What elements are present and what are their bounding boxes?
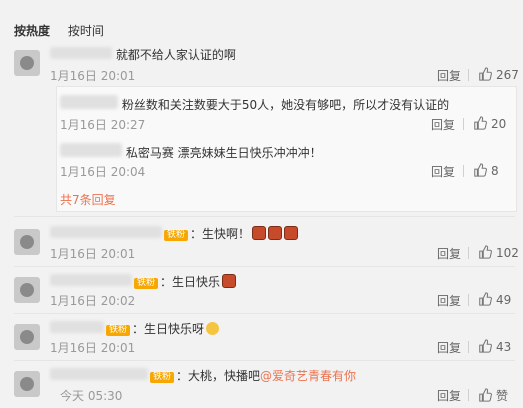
reply-time: 1月16日 20:27 bbox=[60, 118, 146, 132]
separator bbox=[468, 69, 469, 81]
thumbs-up-icon bbox=[479, 245, 492, 259]
reply-time: 1月16日 20:04 bbox=[60, 165, 146, 179]
comment-time: 1月16日 20:01 bbox=[50, 69, 136, 83]
tab-sort-by-hot[interactable]: 按热度 bbox=[14, 24, 50, 38]
like-button[interactable]: 267 bbox=[478, 67, 519, 82]
separator bbox=[468, 389, 469, 401]
comment-text: 铁粉 ：生快啊！ bbox=[50, 225, 299, 242]
separator bbox=[468, 294, 469, 306]
separator bbox=[468, 247, 469, 259]
fan-badge: 铁粉 bbox=[150, 372, 175, 383]
comment-text: 铁粉 ：生日快乐呀 bbox=[50, 320, 220, 337]
like-button[interactable]: 102 bbox=[478, 245, 519, 260]
blurred-username[interactable] bbox=[50, 274, 132, 286]
reply-button[interactable]: 回复 bbox=[431, 116, 455, 133]
avatar[interactable] bbox=[14, 50, 40, 76]
blurred-username[interactable] bbox=[60, 95, 118, 109]
like-button[interactable]: 43 bbox=[478, 339, 511, 354]
like-count: 102 bbox=[496, 246, 519, 260]
fan-badge: 铁粉 bbox=[164, 230, 189, 241]
avatar[interactable] bbox=[14, 277, 40, 303]
comment-time: 1月16日 20:01 bbox=[50, 247, 136, 261]
divider bbox=[14, 216, 515, 217]
comment-time: 1月16日 20:02 bbox=[50, 294, 136, 308]
reply-button[interactable]: 回复 bbox=[437, 292, 461, 309]
laughing-emoji-icon bbox=[206, 322, 220, 335]
comment-text: 就都不给人家认证的啊 bbox=[50, 46, 236, 63]
like-button[interactable]: 8 bbox=[473, 163, 499, 178]
blurred-username[interactable] bbox=[60, 143, 122, 157]
separator bbox=[468, 341, 469, 353]
comment-text: 铁粉 ：大桃，快播吧@爱奇艺青春有你 bbox=[50, 367, 356, 384]
thumbs-up-icon bbox=[479, 339, 492, 353]
like-count: 8 bbox=[491, 164, 499, 178]
cake-icon bbox=[284, 226, 299, 240]
blurred-username[interactable] bbox=[50, 226, 162, 238]
avatar[interactable] bbox=[14, 229, 40, 255]
divider bbox=[14, 266, 515, 267]
avatar[interactable] bbox=[14, 324, 40, 350]
thumbs-up-icon bbox=[479, 292, 492, 306]
like-count: 43 bbox=[496, 340, 512, 354]
thumbs-up-icon bbox=[474, 116, 487, 130]
reply-button[interactable]: 回复 bbox=[437, 245, 461, 262]
fan-badge: 铁粉 bbox=[106, 325, 131, 336]
thumbs-up-icon bbox=[479, 67, 492, 81]
divider bbox=[14, 360, 515, 361]
like-count: 49 bbox=[496, 293, 512, 307]
like-button[interactable]: 20 bbox=[473, 116, 506, 131]
cake-icon bbox=[252, 226, 267, 240]
separator bbox=[463, 165, 464, 177]
reply-button[interactable]: 回复 bbox=[431, 163, 455, 180]
more-replies-link[interactable]: 共7条回复 bbox=[60, 191, 116, 208]
like-count: 赞 bbox=[496, 389, 509, 403]
blurred-username[interactable] bbox=[50, 321, 104, 333]
like-count: 20 bbox=[491, 117, 507, 131]
thumbs-up-icon bbox=[479, 388, 492, 402]
mention-link[interactable]: @爱奇艺青春有你 bbox=[260, 369, 356, 383]
blurred-username[interactable] bbox=[50, 368, 148, 380]
like-button[interactable]: 赞 bbox=[478, 387, 508, 404]
thumbs-up-icon bbox=[474, 163, 487, 177]
like-count: 267 bbox=[496, 68, 519, 82]
fan-badge: 铁粉 bbox=[134, 278, 159, 289]
reply-button[interactable]: 回复 bbox=[437, 387, 461, 404]
reply-text: 粉丝数和关注数要大于50人，她没有够吧，所以才没有认证的 bbox=[60, 95, 449, 113]
divider bbox=[14, 313, 515, 314]
like-button[interactable]: 49 bbox=[478, 292, 511, 307]
avatar[interactable] bbox=[14, 371, 40, 397]
sort-tabs: 按热度 按时间 bbox=[14, 22, 118, 39]
tab-sort-by-time[interactable]: 按时间 bbox=[68, 24, 104, 38]
comment-time: 今天 05:30 bbox=[60, 389, 123, 403]
blurred-username[interactable] bbox=[50, 47, 112, 59]
separator bbox=[463, 118, 464, 130]
reply-button[interactable]: 回复 bbox=[437, 67, 461, 84]
cake-icon bbox=[268, 226, 283, 240]
comment-text: 铁粉 ：生日快乐 bbox=[50, 273, 237, 290]
reply-button[interactable]: 回复 bbox=[437, 339, 461, 356]
reply-text: 私密马赛 漂亮妹妹生日快乐冲冲冲！ bbox=[60, 143, 322, 161]
comment-time: 1月16日 20:01 bbox=[50, 341, 136, 355]
cake-icon bbox=[222, 274, 237, 288]
